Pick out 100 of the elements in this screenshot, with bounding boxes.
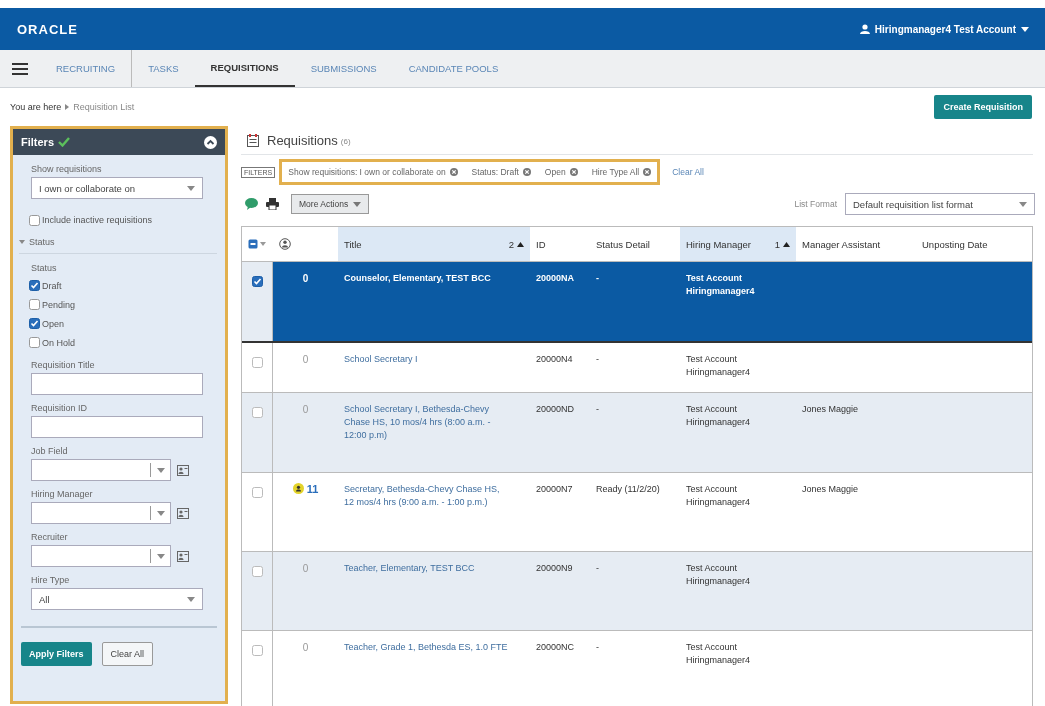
- column-header[interactable]: Hiring Manager 1: [680, 227, 796, 262]
- caret-down-icon[interactable]: [19, 239, 25, 245]
- caret-icon: [353, 201, 362, 207]
- requisition-title-link[interactable]: Teacher, Grade 1, Bethesda ES, 1.0 FTE: [344, 641, 510, 654]
- account-menu[interactable]: Hiringmanager4 Test Account: [874, 23, 1016, 35]
- comment-icon[interactable]: [245, 198, 258, 210]
- clear-all-button[interactable]: Clear All: [101, 642, 154, 666]
- count-label: 0: [302, 641, 309, 654]
- print-icon[interactable]: [266, 198, 279, 210]
- filter-chip-label: Hire Type All: [591, 167, 640, 177]
- hire-type-dropdown[interactable]: All: [31, 588, 203, 610]
- field-label: Requisition Title: [31, 360, 96, 370]
- select-all-icon[interactable]: [248, 239, 266, 249]
- collapse-icon[interactable]: [204, 135, 217, 149]
- checkbox[interactable]: [251, 407, 263, 418]
- nav-tab[interactable]: SUBMISSIONS: [294, 50, 393, 87]
- caret-icon: [1019, 201, 1027, 207]
- requisition-title-link[interactable]: Secretary, Bethesda-Chevy Chase HS, 12 mos/4 hrs (9:00 a.m. - 1:00 p.m.): [344, 483, 510, 509]
- checkbox[interactable]: [29, 337, 40, 348]
- table-row[interactable]: 0 School Secretary I, Bethesda-Chevy Chase HS, 10 mos/4 hrs (8:00 a.m. - 12:00 p.m) 20000ND - Test Account Hiringmanager4 Jones Maggie: [242, 393, 1032, 473]
- column-header[interactable]: Title 2: [338, 227, 530, 262]
- checkbox-label: Pending: [42, 299, 76, 310]
- caret-icon: [157, 553, 165, 559]
- table-cell: Test Account Hiringmanager4: [686, 484, 751, 507]
- table-cell: Test Account Hiringmanager4: [686, 273, 755, 296]
- table-cell: Test Account Hiringmanager4: [686, 563, 751, 586]
- list-format-dropdown[interactable]: Default requisition list format: [845, 193, 1035, 215]
- table-cell: 20000N9: [536, 563, 573, 573]
- filter-chip-label: Status: Draft: [471, 167, 519, 177]
- input-field[interactable]: [31, 416, 203, 438]
- chevron-icon: [65, 104, 70, 110]
- checkbox-label: On Hold: [42, 337, 76, 348]
- checkbox[interactable]: [251, 357, 263, 368]
- table-row[interactable]: 11 Secretary, Bethesda-Chevy Chase HS, 12 mos/4 hrs (9:00 a.m. - 1:00 p.m.) 20000N7 Ready (11/2/20) Test Account Hiringmanager4 Jones Maggie: [242, 473, 1032, 552]
- table-cell: -: [596, 404, 599, 414]
- input-field[interactable]: [31, 373, 203, 395]
- remove-icon[interactable]: [522, 168, 531, 176]
- caret-icon: [157, 467, 165, 473]
- count-label: 0: [302, 353, 309, 366]
- logo: ORACLE: [17, 21, 78, 37]
- table-cell: 20000N7: [536, 484, 573, 494]
- sort-ascending-icon: [783, 241, 790, 247]
- document-icon: [247, 133, 259, 147]
- contact-card-icon[interactable]: [177, 550, 189, 562]
- more-actions-button[interactable]: More Actions: [291, 194, 370, 214]
- breadcrumb-label: You are here: [10, 102, 62, 112]
- menu-icon[interactable]: [12, 62, 28, 75]
- checkbox[interactable]: [251, 276, 263, 287]
- nav-tab[interactable]: CANDIDATE POOLS: [392, 50, 515, 87]
- requisition-title-link[interactable]: School Secretary I, Bethesda-Chevy Chase HS, 10 mos/4 hrs (8:00 a.m. - 12:00 p.m): [344, 403, 510, 442]
- alert-icon: [292, 483, 304, 494]
- field-label: Requisition ID: [31, 403, 89, 413]
- checkbox[interactable]: [251, 645, 263, 656]
- apply-filters-button[interactable]: Apply Filters: [21, 642, 92, 666]
- caret-icon: [187, 185, 195, 191]
- checkbox[interactable]: [29, 280, 40, 291]
- count-label: 0: [302, 562, 309, 575]
- contact-card-icon[interactable]: [177, 464, 189, 476]
- field-label: Show requisitions: [31, 164, 103, 174]
- breadcrumb-link[interactable]: Requisition List: [73, 102, 135, 112]
- checkbox[interactable]: [251, 487, 263, 498]
- checkbox-label: Include inactive requisitions: [42, 215, 153, 225]
- checkbox[interactable]: [29, 318, 40, 329]
- checkbox[interactable]: [251, 566, 263, 577]
- remove-icon[interactable]: [449, 168, 458, 176]
- table-cell: 20000NA: [536, 273, 575, 283]
- checkbox[interactable]: [29, 299, 40, 310]
- combo-field[interactable]: [31, 502, 171, 524]
- table-cell: Test Account Hiringmanager4: [686, 404, 751, 427]
- table-row[interactable]: 0 School Secretary I 20000N4 - Test Account Hiringmanager4: [242, 343, 1032, 393]
- combo-field[interactable]: [31, 459, 171, 481]
- requisition-title-link[interactable]: Teacher, Elementary, TEST BCC: [344, 562, 510, 575]
- remove-icon[interactable]: [643, 168, 652, 176]
- section-toggle[interactable]: Status: [29, 237, 55, 247]
- table-cell: 20000N4: [536, 354, 573, 364]
- combo-field[interactable]: [31, 545, 171, 567]
- alert-column-icon: [279, 238, 291, 250]
- table-row[interactable]: 0 Counselor, Elementary, TEST BCC 20000NA - Test Account Hiringmanager4: [242, 262, 1032, 343]
- filter-chip-label: Show requisitions: I own or collaborate on: [288, 167, 446, 177]
- count-label: 11: [306, 483, 319, 496]
- requisition-title-link[interactable]: Counselor, Elementary, TEST BCC: [344, 272, 510, 285]
- checkbox[interactable]: [29, 214, 40, 226]
- table-cell: -: [596, 273, 599, 283]
- page-title: Requisitions: [267, 132, 338, 148]
- requisition-title-link[interactable]: School Secretary I: [344, 353, 510, 366]
- caret-icon: [1021, 26, 1029, 32]
- create-requisition-button[interactable]: Create Requisition: [934, 95, 1032, 119]
- nav-tab[interactable]: REQUISITIONS: [194, 50, 295, 87]
- count-label: 0: [302, 272, 309, 285]
- nav-tab[interactable]: TASKS: [132, 50, 195, 87]
- contact-card-icon[interactable]: [177, 507, 189, 519]
- clear-all-link[interactable]: Clear All: [672, 167, 704, 177]
- table-row[interactable]: 0 Teacher, Elementary, TEST BCC 20000N9 - Test Account Hiringmanager4: [242, 552, 1032, 631]
- table-cell: Jones Maggie: [802, 484, 859, 494]
- panel-title: Filters: [21, 136, 54, 148]
- count-label: (6): [340, 137, 351, 146]
- show-requisitions-dropdown[interactable]: I own or collaborate on: [31, 177, 203, 199]
- remove-icon[interactable]: [569, 168, 578, 176]
- field-label: Job Field: [31, 446, 69, 456]
- nav-tab[interactable]: RECRUITING: [40, 50, 133, 87]
